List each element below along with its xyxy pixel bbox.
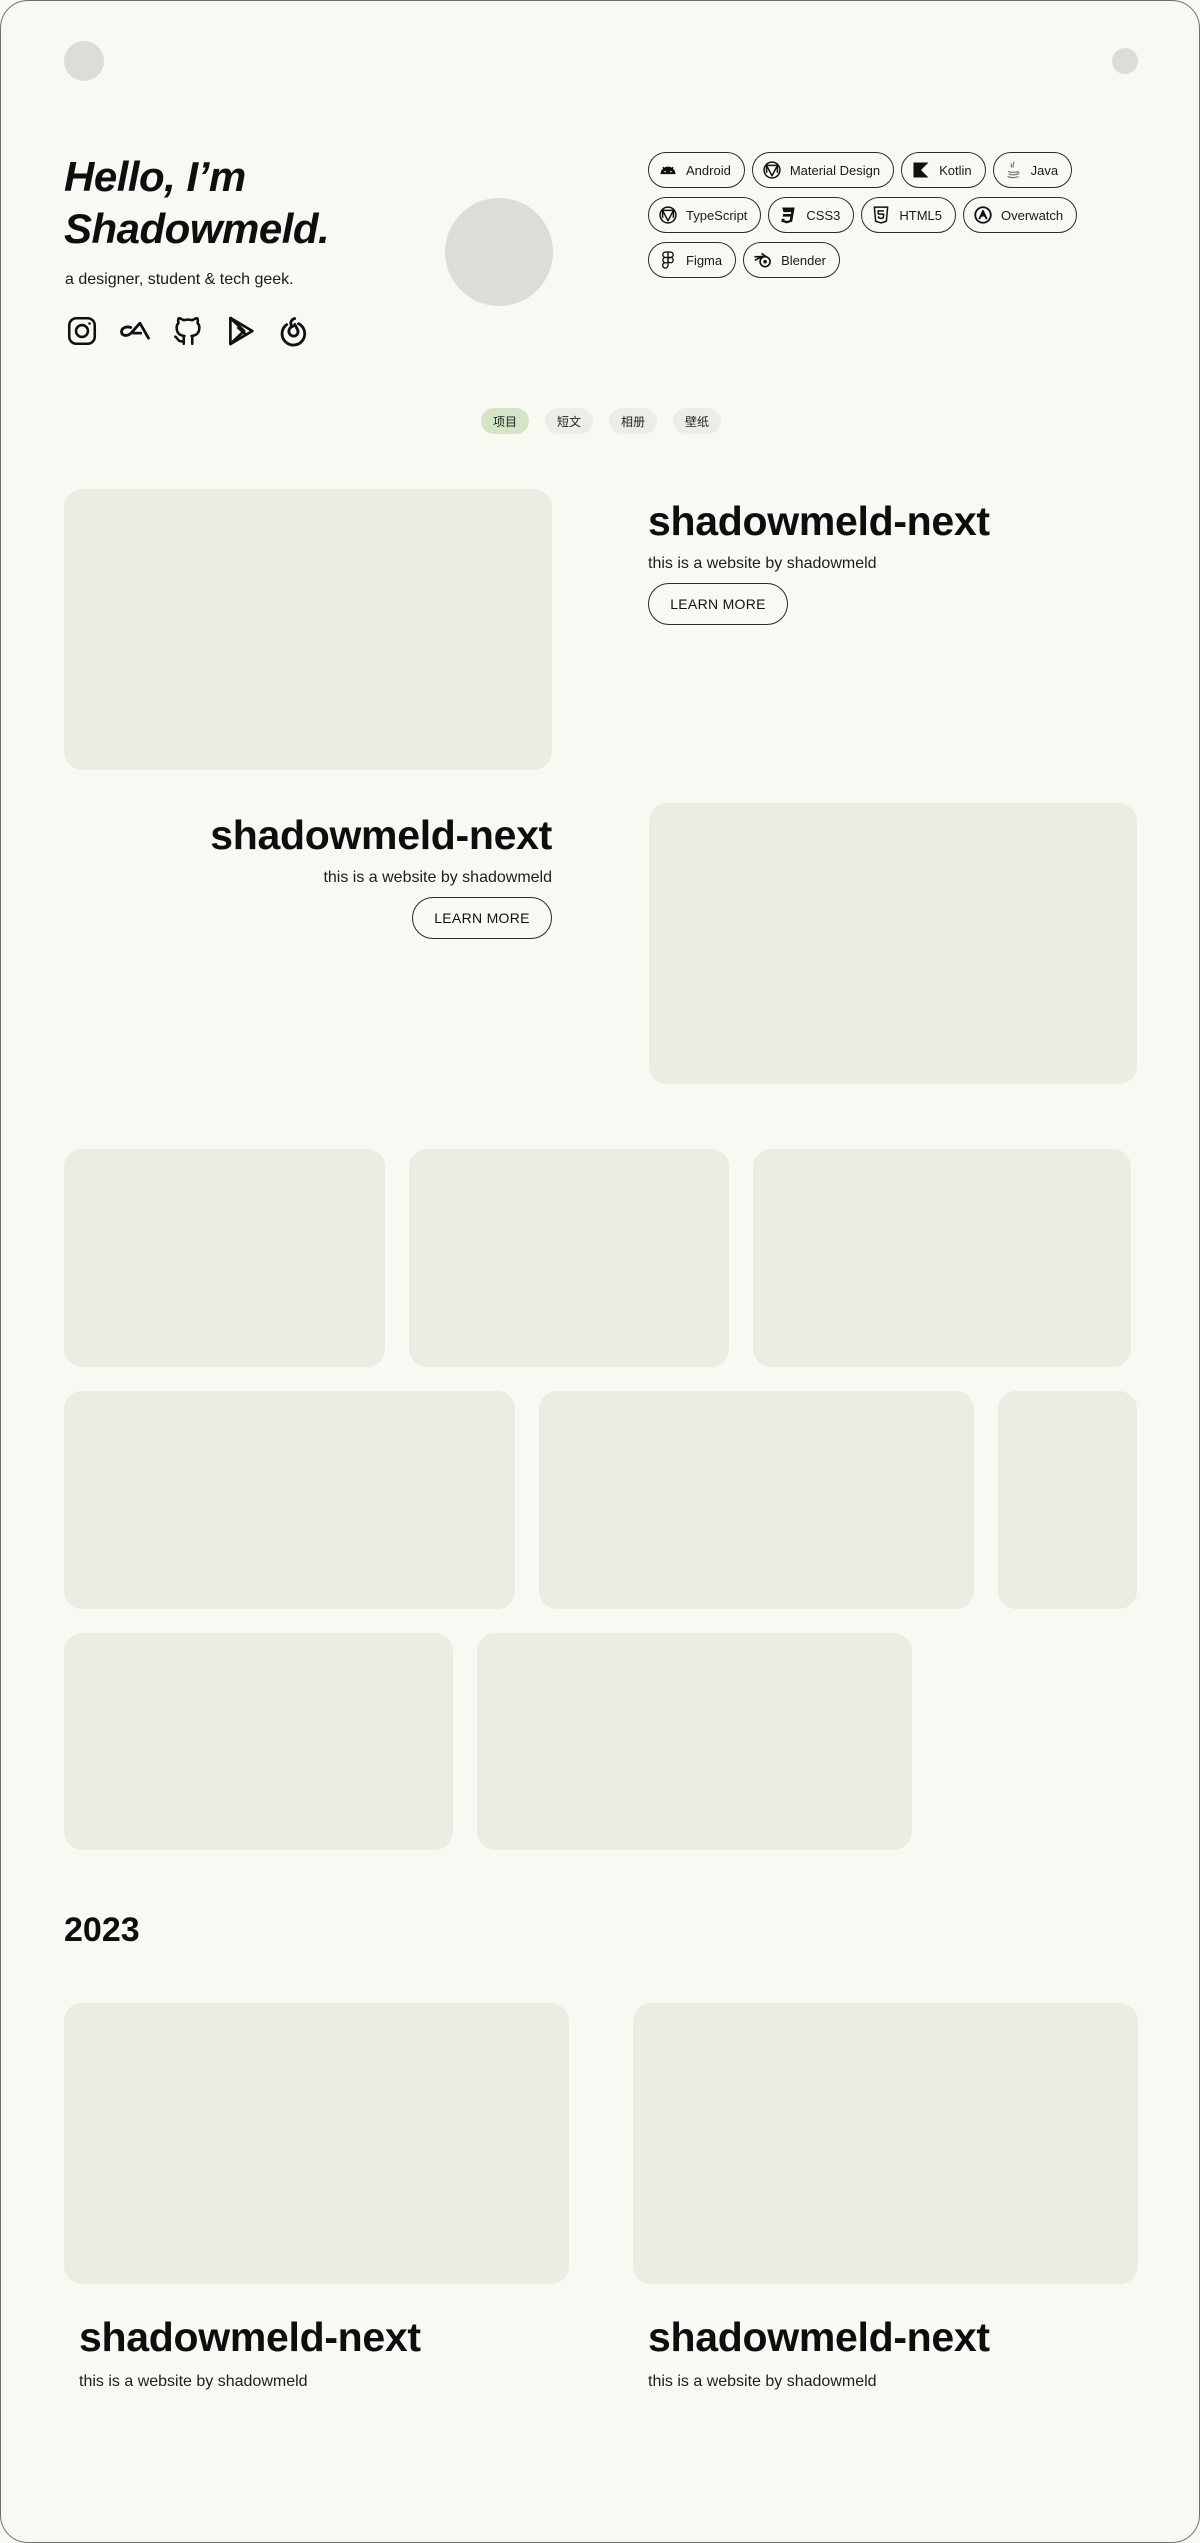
content-tabs: 项目 短文 相册 壁纸 [1,408,1199,434]
learn-more-button[interactable]: LEARN MORE [648,583,788,625]
page-frame: Hello, I’m Shadowmeld. a designer, stude… [0,0,1200,2543]
skill-tag[interactable]: Android [648,152,745,188]
post-image[interactable] [633,2003,1138,2284]
profile-avatar [445,198,553,306]
skill-tag[interactable]: Java [992,152,1073,188]
gallery-tile[interactable] [64,1149,385,1367]
instagram-icon[interactable] [64,313,100,349]
post-description: this is a website by shadowmeld [648,2373,877,2390]
coolapk-icon[interactable] [117,313,153,349]
logo-avatar[interactable] [64,41,104,81]
post-title[interactable]: shadowmeld-next [79,2313,421,2361]
gallery-tile[interactable] [477,1633,912,1850]
overwatch-icon [973,205,993,225]
tab-wallpapers[interactable]: 壁纸 [673,408,722,434]
gallery-tile[interactable] [409,1149,729,1367]
blender-icon [753,250,773,270]
gallery-tile[interactable] [64,1391,515,1609]
hero-title: Hello, I’m Shadowmeld. [64,151,330,255]
learn-more-button[interactable]: LEARN MORE [412,897,552,939]
gallery-tile[interactable] [539,1391,974,1609]
skill-tag[interactable]: Kotlin [901,152,986,188]
material-design-icon [762,160,782,180]
android-icon [658,160,678,180]
java-icon [1003,160,1023,180]
skill-tag[interactable]: Blender [743,242,840,278]
gallery-tile[interactable] [64,1633,453,1850]
kotlin-icon [911,160,931,180]
css3-icon [778,205,798,225]
post-description: this is a website by shadowmeld [79,2373,308,2390]
project-title[interactable]: shadowmeld-next [210,811,552,859]
project-description: this is a website by shadowmeld [648,555,877,572]
menu-dot[interactable] [1112,48,1138,74]
gallery-tile[interactable] [998,1391,1137,1609]
skill-tag[interactable]: HTML5 [861,197,957,233]
featured-project: shadowmeld-next this is a website by sha… [648,497,990,625]
tab-essays[interactable]: 短文 [544,408,593,434]
featured-project: shadowmeld-next this is a website by sha… [152,811,552,939]
post-item: shadowmeld-next this is a website by sha… [79,2313,421,2391]
typescript-icon [658,205,678,225]
featured-image[interactable] [64,489,552,770]
hero-name: Shadowmeld. [64,205,330,252]
netease-music-icon[interactable] [276,313,312,349]
skill-tag[interactable]: Figma [648,242,737,278]
skill-tag[interactable]: TypeScript [648,197,762,233]
figma-icon [658,250,678,270]
hero-greeting: Hello, I’m [64,153,246,200]
github-icon[interactable] [170,313,206,349]
tab-albums[interactable]: 相册 [609,408,658,434]
post-item: shadowmeld-next this is a website by sha… [648,2313,990,2391]
post-title[interactable]: shadowmeld-next [648,2313,990,2361]
featured-image[interactable] [649,803,1137,1084]
skill-tag[interactable]: CSS3 [768,197,855,233]
skill-tag[interactable]: Material Design [751,152,895,188]
social-links [64,313,312,349]
year-heading: 2023 [64,1911,140,1949]
post-image[interactable] [64,2003,569,2284]
gallery-tile[interactable] [753,1149,1131,1367]
hero-tagline: a designer, student & tech geek. [65,271,294,288]
google-play-icon[interactable] [223,313,259,349]
project-description: this is a website by shadowmeld [323,869,552,886]
project-title[interactable]: shadowmeld-next [648,497,990,545]
skills-list: Android Material Design Kotlin Java Type… [648,152,1088,278]
tab-projects[interactable]: 项目 [480,408,529,434]
html5-icon [871,205,891,225]
skill-tag[interactable]: Overwatch [963,197,1078,233]
